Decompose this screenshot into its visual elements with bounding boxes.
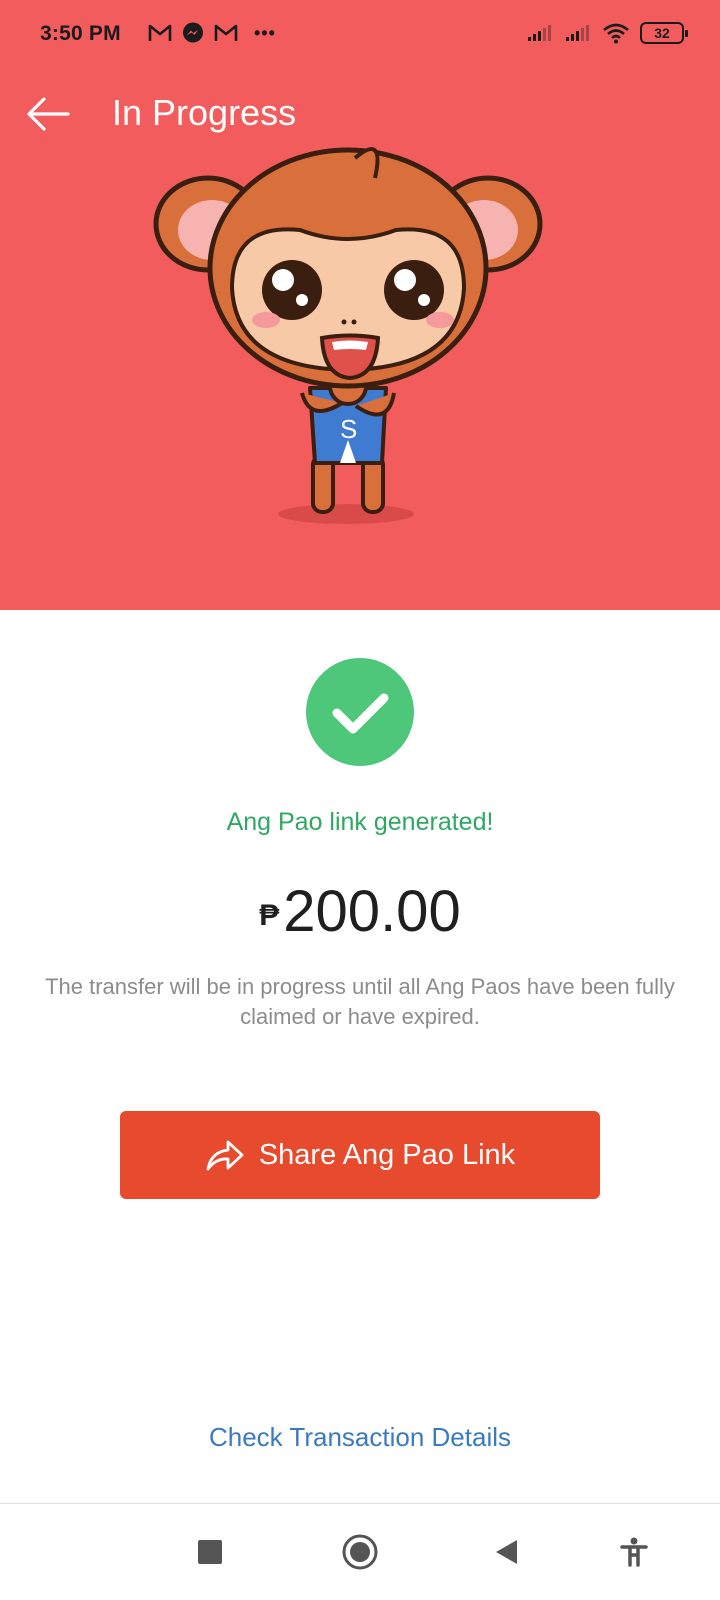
share-arrow-icon <box>206 1140 244 1171</box>
share-link-button[interactable]: Share Ang Pao Link <box>120 1111 600 1199</box>
home-button[interactable] <box>336 1528 384 1576</box>
back-nav-button[interactable] <box>482 1528 530 1576</box>
back-button[interactable] <box>20 86 76 142</box>
header-curve <box>0 560 720 593</box>
info-text: The transfer will be in progress until a… <box>45 974 675 1029</box>
accessibility-button[interactable] <box>610 1528 658 1576</box>
toolbar: In Progress <box>0 80 720 144</box>
screen: 3:50 PM ••• 32 In Progress S Ang Pao lin… <box>0 0 720 1600</box>
success-check-icon <box>306 658 414 766</box>
status-indicators: 32 <box>526 22 688 44</box>
currency-symbol: ₱ <box>259 899 280 932</box>
status-bar: 3:50 PM ••• 32 <box>0 0 720 70</box>
share-button-label: Share Ang Pao Link <box>258 1138 516 1171</box>
recents-button[interactable] <box>186 1528 234 1576</box>
amount-value: 200.00 <box>283 879 461 944</box>
status-time: 3:50 PM <box>40 22 121 45</box>
signal-icon <box>528 25 551 41</box>
triangle-back-icon <box>496 1540 517 1564</box>
circle-icon <box>342 1534 378 1570</box>
battery-icon: 32 <box>640 22 688 44</box>
wifi-icon <box>603 23 629 44</box>
check-transaction-details-link[interactable]: Check Transaction Details <box>0 1422 720 1453</box>
system-nav-bar <box>0 1504 720 1600</box>
status-notifications: ••• <box>148 22 276 44</box>
battery-level: 32 <box>654 25 670 41</box>
gmail-icon <box>148 24 172 41</box>
signal-icon <box>566 25 589 41</box>
accessibility-icon <box>620 1537 648 1567</box>
success-message: Ang Pao link generated! <box>226 808 494 836</box>
arrow-left-icon <box>27 97 70 131</box>
gmail-icon <box>214 24 238 41</box>
more-notifications-icon: ••• <box>254 22 276 43</box>
amount: ₱200.00 <box>0 878 720 945</box>
page-title: In Progress <box>112 92 297 133</box>
monkey-mascot-illustration: S <box>153 147 543 524</box>
svg-text:S: S <box>340 414 357 444</box>
messenger-icon <box>183 22 203 43</box>
square-icon <box>198 1540 222 1564</box>
